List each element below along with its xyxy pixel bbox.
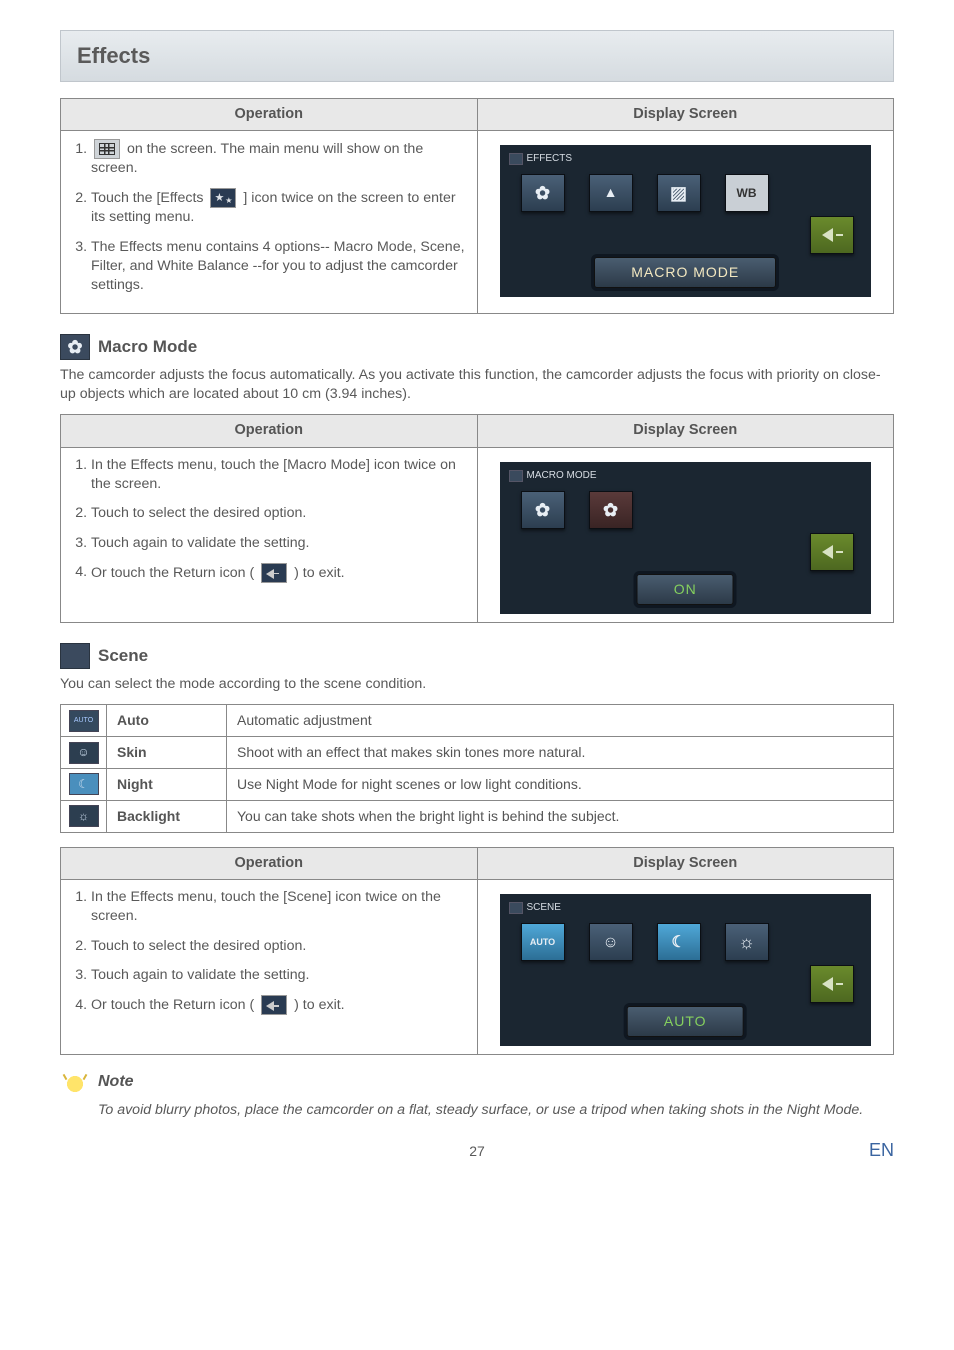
effects-display-header: Display Screen: [477, 98, 894, 131]
effects-selection-pill: MACRO MODE: [594, 257, 776, 288]
scene-backlight-tile[interactable]: [725, 923, 769, 961]
macro-breadcrumb: MACRO MODE: [509, 469, 597, 483]
section-title-effects: Effects: [60, 30, 894, 82]
mode-name-auto: Auto: [117, 712, 149, 728]
scene-step-3: Touch again to validate the setting.: [91, 966, 467, 985]
macro-display-header: Display Screen: [477, 415, 894, 448]
scene-tile[interactable]: [589, 174, 633, 212]
scene-step-1: In the Effects menu, touch the [Scene] i…: [91, 888, 467, 926]
effects-step-1: on the screen. The main menu will show o…: [91, 139, 467, 178]
macro-operation-header: Operation: [61, 415, 478, 448]
text: ) to exit.: [294, 564, 344, 580]
scene-night-tile[interactable]: [657, 923, 701, 961]
auto-mode-icon: AUTO: [69, 710, 99, 732]
note-body: To avoid blurry photos, place the camcor…: [60, 1101, 894, 1120]
scene-intro: You can select the mode according to the…: [60, 675, 894, 694]
backlight-mode-icon: ☼: [69, 805, 99, 827]
mode-name-skin: Skin: [117, 744, 147, 760]
mode-desc-backlight: You can take shots when the bright light…: [227, 800, 894, 832]
effects-step-2: Touch the [Effects ] icon twice on the s…: [91, 188, 467, 227]
macro-step-4: Or touch the Return icon ( ) to exit.: [91, 563, 467, 583]
text: on the screen. The main menu will show o…: [91, 141, 423, 176]
mode-name-backlight: Backlight: [117, 808, 180, 824]
scene-operation-header: Operation: [61, 847, 478, 880]
text: Or touch the Return icon (: [91, 564, 258, 580]
macro-table: Operation Display Screen In the Effects …: [60, 414, 894, 623]
scene-auto-tile[interactable]: AUTO: [521, 923, 565, 961]
effects-crumb-icon: [509, 153, 523, 165]
macro-steps: In the Effects menu, touch the [Macro Mo…: [71, 456, 467, 583]
scene-skin-tile[interactable]: ☺: [589, 923, 633, 961]
white-balance-tile[interactable]: WB: [725, 174, 769, 212]
macro-step-3: Touch again to validate the setting.: [91, 534, 467, 553]
macro-mode-heading: Macro Mode: [60, 334, 894, 360]
macro-mode-intro: The camcorder adjusts the focus automati…: [60, 366, 894, 404]
effects-icon: [210, 188, 236, 208]
night-mode-icon: ☾: [69, 773, 99, 795]
return-icon: [261, 563, 287, 583]
scene-heading-icon: [60, 643, 90, 669]
grid-menu-icon: [94, 139, 120, 159]
return-tile[interactable]: [810, 533, 854, 571]
macro-on-tile[interactable]: [589, 491, 633, 529]
return-icon: [261, 995, 287, 1015]
scene-crumb-icon: [509, 902, 523, 914]
scene-heading: Scene: [60, 643, 894, 669]
mode-desc-skin: Shoot with an effect that makes skin ton…: [227, 737, 894, 769]
mode-name-night: Night: [117, 776, 153, 792]
macro-crumb-icon: [509, 470, 523, 482]
scene-selection-pill: AUTO: [627, 1006, 744, 1037]
effects-step-3: The Effects menu contains 4 options-- Ma…: [91, 238, 467, 296]
text: Touch the [Effects: [91, 190, 207, 206]
effects-steps: on the screen. The main menu will show o…: [71, 139, 467, 295]
macro-mode-tile[interactable]: [521, 174, 565, 212]
scene-table: Operation Display Screen In the Effects …: [60, 847, 894, 1056]
text: Or touch the Return icon (: [91, 997, 258, 1013]
language-label: EN: [869, 1138, 894, 1162]
macro-crumb-label: MACRO MODE: [527, 469, 597, 483]
effects-breadcrumb: EFFECTS: [509, 152, 573, 166]
return-tile[interactable]: [810, 965, 854, 1003]
page-number: 27: [60, 1142, 894, 1161]
scene-heading-text: Scene: [98, 645, 148, 668]
note-title: Note: [98, 1071, 134, 1097]
effects-operation-header: Operation: [61, 98, 478, 131]
macro-display-screen: MACRO MODE ON: [500, 462, 872, 614]
note-icon: [60, 1071, 90, 1097]
return-tile[interactable]: [810, 216, 854, 254]
scene-step-2: Touch to select the desired option.: [91, 937, 467, 956]
macro-mode-heading-text: Macro Mode: [98, 336, 197, 359]
effects-display-screen: EFFECTS WB MACRO MODE: [500, 145, 872, 297]
scene-breadcrumb: SCENE: [509, 901, 561, 915]
page-footer: 27 EN: [60, 1142, 894, 1166]
mode-desc-auto: Automatic adjustment: [227, 705, 894, 737]
mode-desc-night: Use Night Mode for night scenes or low l…: [227, 768, 894, 800]
macro-step-2: Touch to select the desired option.: [91, 504, 467, 523]
skin-mode-icon: ☺: [69, 742, 99, 764]
filter-tile[interactable]: [657, 174, 701, 212]
macro-selection-pill: ON: [637, 574, 734, 605]
effects-table: Operation Display Screen on the screen. …: [60, 98, 894, 314]
macro-step-1: In the Effects menu, touch the [Macro Mo…: [91, 456, 467, 494]
scene-modes-table: AUTO Auto Automatic adjustment ☺ Skin Sh…: [60, 704, 894, 833]
macro-mode-heading-icon: [60, 334, 90, 360]
effects-crumb-label: EFFECTS: [527, 152, 573, 166]
scene-step-4: Or touch the Return icon ( ) to exit.: [91, 995, 467, 1015]
scene-display-screen: SCENE AUTO ☺ AUTO: [500, 894, 872, 1046]
text: ) to exit.: [294, 997, 344, 1013]
scene-crumb-label: SCENE: [527, 901, 561, 915]
scene-display-header: Display Screen: [477, 847, 894, 880]
scene-steps: In the Effects menu, touch the [Scene] i…: [71, 888, 467, 1015]
note-block: Note: [60, 1071, 894, 1097]
macro-off-tile[interactable]: [521, 491, 565, 529]
